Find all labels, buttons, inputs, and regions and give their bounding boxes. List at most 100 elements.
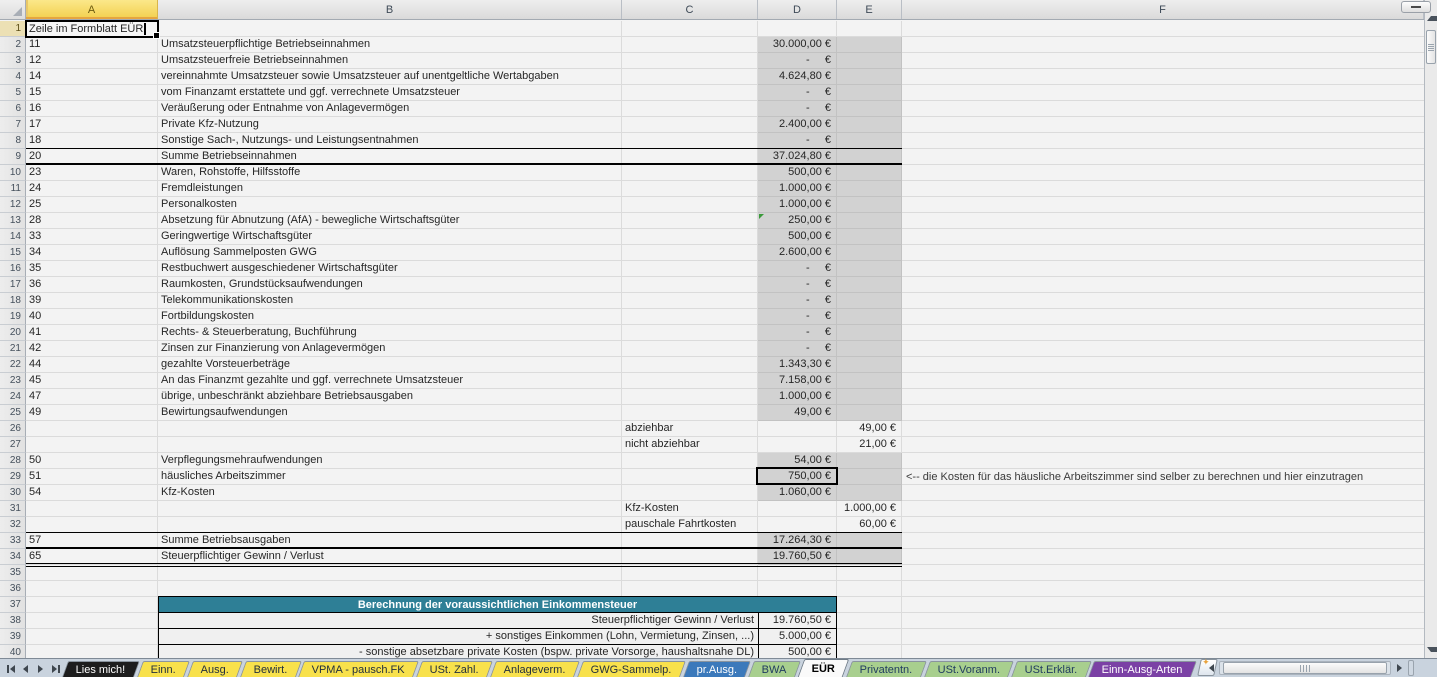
row-header-40[interactable]: 40 — [0, 645, 26, 658]
cell-A21[interactable]: 42 — [26, 341, 158, 357]
cell-C7[interactable] — [622, 117, 758, 133]
cell-D25[interactable]: 49,00 € — [758, 405, 837, 421]
cell-F19[interactable] — [902, 309, 1424, 325]
cell-D23[interactable]: 7.158,00 € — [758, 373, 837, 389]
cell-D7[interactable]: 2.400,00 € — [758, 117, 837, 133]
cell-E4[interactable] — [837, 69, 902, 85]
cell-C14[interactable] — [622, 229, 758, 245]
cell-A15[interactable]: 34 — [26, 245, 158, 261]
row-header-22[interactable]: 22 — [0, 357, 26, 373]
cell-A28[interactable]: 50 — [26, 453, 158, 469]
cell-D19[interactable]: - € — [758, 309, 837, 325]
row-header-17[interactable]: 17 — [0, 277, 26, 293]
cell-A30[interactable]: 54 — [26, 485, 158, 501]
cell-A2[interactable]: 11 — [26, 37, 158, 53]
cell-D4[interactable]: 4.624,80 € — [758, 69, 837, 85]
cell-E17[interactable] — [837, 277, 902, 293]
column-header-C[interactable]: C — [622, 0, 758, 19]
cell-C10[interactable] — [622, 165, 758, 181]
cell-C32[interactable]: pauschale Fahrtkosten — [622, 517, 758, 533]
scroll-left-button[interactable] — [1204, 661, 1218, 675]
row-header-2[interactable]: 2 — [0, 37, 26, 53]
cell-D8[interactable]: - € — [758, 133, 837, 149]
cell-C6[interactable] — [622, 101, 758, 117]
cell-F27[interactable] — [902, 437, 1424, 453]
sheet-tab-pr-ausg-[interactable]: pr.Ausg. — [683, 661, 751, 677]
cell-F16[interactable] — [902, 261, 1424, 277]
cell-C30[interactable] — [622, 485, 758, 501]
row-header-20[interactable]: 20 — [0, 325, 26, 341]
cell-F28[interactable] — [902, 453, 1424, 469]
column-header-A[interactable]: A — [26, 0, 158, 19]
cell-B4[interactable]: vereinnahmte Umsatzsteuer sowie Umsatzst… — [158, 69, 622, 85]
cell-D32[interactable] — [758, 517, 837, 533]
cell-F29-note[interactable]: <-- die Kosten für das häusliche Arbeits… — [906, 469, 1430, 485]
cell-D27[interactable] — [758, 437, 837, 453]
cell-C16[interactable] — [622, 261, 758, 277]
cell-B13[interactable]: Absetzung für Abnutzung (AfA) - beweglic… — [158, 213, 622, 229]
cell-C1[interactable] — [622, 21, 758, 37]
cell-D14[interactable]: 500,00 € — [758, 229, 837, 245]
cell-F18[interactable] — [902, 293, 1424, 309]
cell-D3[interactable]: - € — [758, 53, 837, 69]
row-header-30[interactable]: 30 — [0, 485, 26, 501]
cell-F14[interactable] — [902, 229, 1424, 245]
cell-A20[interactable]: 41 — [26, 325, 158, 341]
row-header-6[interactable]: 6 — [0, 101, 26, 117]
cell-A17[interactable]: 36 — [26, 277, 158, 293]
cell-B10[interactable]: Waren, Rohstoffe, Hilfsstoffe — [158, 165, 622, 181]
sheet-tab-vpma-pausch-fk[interactable]: VPMA - pausch.FK — [298, 661, 419, 677]
vertical-scroll-thumb[interactable] — [1426, 30, 1436, 64]
sheet-tab-ausg-[interactable]: Ausg. — [187, 661, 243, 677]
row-header-3[interactable]: 3 — [0, 53, 26, 69]
cell-D26[interactable] — [758, 421, 837, 437]
cell-B5[interactable]: vom Finanzamt erstattete und ggf. verrec… — [158, 85, 622, 101]
row-header-31[interactable]: 31 — [0, 501, 26, 517]
cell-C8[interactable] — [622, 133, 758, 149]
cell-F25[interactable] — [902, 405, 1424, 421]
sheet-tab-ust-zahl-[interactable]: USt. Zahl. — [416, 661, 493, 677]
tax-row-label[interactable]: + sonstiges Einkommen (Lohn, Vermietung,… — [159, 629, 759, 644]
fill-handle[interactable] — [153, 32, 160, 39]
cell-D35[interactable] — [758, 565, 837, 581]
cell-C21[interactable] — [622, 341, 758, 357]
cell-A8[interactable]: 18 — [26, 133, 158, 149]
cell-D20[interactable]: - € — [758, 325, 837, 341]
cell-A10[interactable]: 23 — [26, 165, 158, 181]
tax-row-value[interactable]: 5.000,00 € — [759, 629, 836, 644]
cell-B7[interactable]: Private Kfz-Nutzung — [158, 117, 622, 133]
cell-F38[interactable] — [902, 613, 1424, 629]
cell-A39[interactable] — [26, 629, 158, 645]
cell-E23[interactable] — [837, 373, 902, 389]
cell-E13[interactable] — [837, 213, 902, 229]
cell-B24[interactable]: übrige, unbeschränkt abziehbare Betriebs… — [158, 389, 622, 405]
first-sheet-button[interactable] — [4, 662, 17, 675]
row-header-18[interactable]: 18 — [0, 293, 26, 309]
row-header-26[interactable]: 26 — [0, 421, 26, 437]
cell-C29[interactable] — [622, 469, 758, 485]
cell-D24[interactable]: 1.000,00 € — [758, 389, 837, 405]
cell-C20[interactable] — [622, 325, 758, 341]
cell-E24[interactable] — [837, 389, 902, 405]
cell-B26[interactable] — [158, 421, 622, 437]
cell-C11[interactable] — [622, 181, 758, 197]
sheet-tab-ust-voranm-[interactable]: USt.Voranm. — [924, 661, 1014, 677]
row-header-13[interactable]: 13 — [0, 213, 26, 229]
cell-D1[interactable] — [758, 21, 837, 37]
cell-D12[interactable]: 1.000,00 € — [758, 197, 837, 213]
sheet-tab-privatentn-[interactable]: Privatentn. — [846, 661, 926, 677]
row-header-29[interactable]: 29 — [0, 469, 26, 485]
cell-B23[interactable]: An das Finanzmt gezahlte und ggf. verrec… — [158, 373, 622, 389]
cell-C13[interactable] — [622, 213, 758, 229]
row-header-7[interactable]: 7 — [0, 117, 26, 133]
row-header-15[interactable]: 15 — [0, 245, 26, 261]
sheet-tab-bwa[interactable]: BWA — [748, 661, 800, 677]
cell-C25[interactable] — [622, 405, 758, 421]
cell-A37[interactable] — [26, 597, 158, 613]
row-header-24[interactable]: 24 — [0, 389, 26, 405]
row-header-12[interactable]: 12 — [0, 197, 26, 213]
cell-E32[interactable]: 60,00 € — [837, 517, 902, 533]
sheet-tab-einn-ausg-arten[interactable]: Einn-Ausg-Arten — [1089, 661, 1198, 677]
cell-C23[interactable] — [622, 373, 758, 389]
cell-D5[interactable]: - € — [758, 85, 837, 101]
